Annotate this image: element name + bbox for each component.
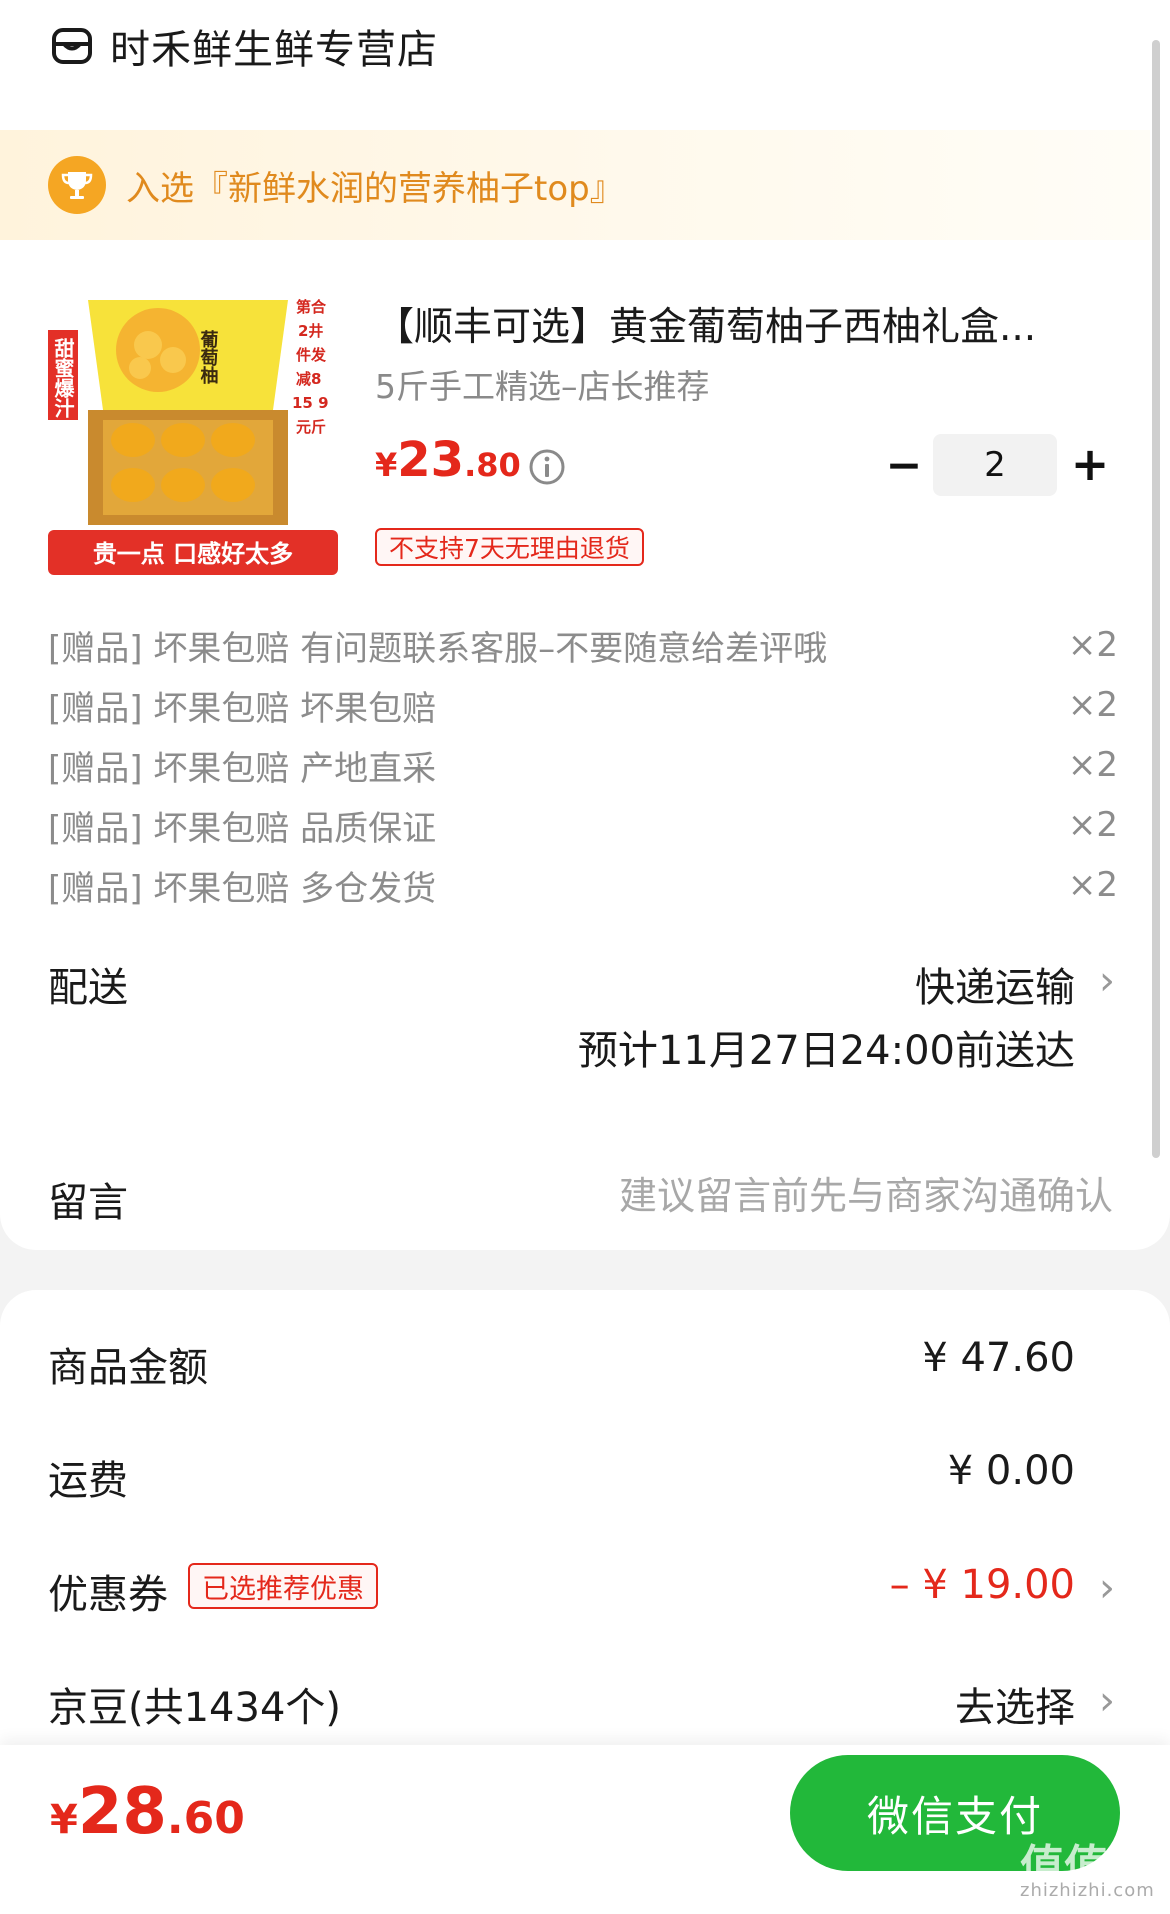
image-promo-line3: 件发 [296,346,327,364]
gift-qty: ×2 [1067,805,1118,845]
gift-item: [赠品] 坏果包赔 坏果包赔 ×2 [48,675,1118,735]
gift-qty: ×2 [1067,625,1118,665]
price-symbol: ¥ [375,446,398,484]
chevron-right-icon[interactable]: › [1099,958,1115,1004]
price-integer: 23 [397,432,465,488]
product-image[interactable]: 葡萄柚 甜蜜爆汁 第合 2井 件发 减8 15 9 元斤 贵一点 口感好太多 [48,290,338,580]
image-banner-text: 贵一点 口感好太多 [93,540,293,568]
award-banner[interactable]: 入选『新鲜水润的营养柚子top』 [0,130,1150,240]
gift-item: [赠品] 坏果包赔 多仓发货 ×2 [48,855,1118,915]
scrollbar[interactable] [1152,40,1160,1158]
coupon-tag: 已选推荐优惠 [188,1563,378,1609]
beans-label: 京豆(共1434个) [48,1685,342,1731]
gift-label: [赠品] 坏果包赔 多仓发货 [48,868,437,909]
gift-label: [赠品] 坏果包赔 品质保证 [48,808,437,849]
quantity-increase-button[interactable]: + [1068,437,1112,491]
quantity-decrease-button[interactable]: − [884,440,924,491]
store-name: 时禾鲜生鲜专营店 [110,27,438,73]
shipping-value: ¥ 0.00 [947,1448,1075,1494]
gift-list: [赠品] 坏果包赔 有问题联系客服–不要随意给差评哦 ×2 [赠品] 坏果包赔 … [48,615,1118,915]
goods-amount-value: ¥ 47.60 [922,1335,1075,1381]
quantity-field[interactable]: 2 [933,434,1057,496]
product-title[interactable]: 【顺丰可选】黄金葡萄柚子西柚礼盒... [375,296,1095,352]
image-brand: 葡萄柚 [198,330,220,385]
watermark-sub: zhizhizhi.com [1020,1880,1155,1901]
delivery-eta: 预计11月27日24:00前送达 [577,1028,1075,1074]
shipping-label: 运费 [48,1458,128,1504]
delivery-label: 配送 [48,965,128,1011]
gift-label: [赠品] 坏果包赔 有问题联系客服–不要随意给差评哦 [48,628,828,669]
delivery-method[interactable]: 快递运输 [915,955,1075,1013]
beans-select-action[interactable]: 去选择 [955,1675,1075,1733]
gift-item: [赠品] 坏果包赔 有问题联系客服–不要随意给差评哦 ×2 [48,615,1118,675]
gift-qty: ×2 [1067,865,1118,905]
gift-item: [赠品] 坏果包赔 品质保证 ×2 [48,795,1118,855]
info-icon[interactable] [528,448,566,486]
chevron-right-icon[interactable]: › [1099,1678,1115,1724]
gift-qty: ×2 [1067,685,1118,725]
award-text: 入选『新鲜水润的营养柚子top』 [126,168,624,209]
image-promo-line2: 2井 [298,322,323,340]
total-symbol: ¥ [50,1797,78,1843]
gift-label: [赠品] 坏果包赔 坏果包赔 [48,688,437,729]
coupon-label: 优惠券 [48,1572,168,1618]
product-spec[interactable]: 5斤手工精选–店长推荐 [375,360,710,408]
image-promo-line6: 元斤 [296,418,326,436]
gift-label: [赠品] 坏果包赔 产地直采 [48,748,437,789]
goods-amount-label: 商品金额 [48,1345,208,1391]
trophy-icon [48,156,106,214]
return-policy-badge: 不支持7天无理由退货 [375,528,644,566]
total-price: ¥28.60 [50,1775,245,1849]
total-decimal: .60 [166,1793,245,1844]
product-price: ¥23.80 [375,432,521,488]
chevron-right-icon[interactable]: › [1099,1565,1115,1611]
image-side-label: 甜蜜爆汁 [51,338,75,419]
note-input[interactable] [491,1165,1115,1227]
store-icon [52,28,92,64]
store-header[interactable]: 时禾鲜生鲜专营店 [48,18,438,74]
image-promo-line5: 15 9 [292,394,329,412]
price-decimal: .80 [464,446,521,484]
coupon-value[interactable]: – ¥ 19.00 [890,1562,1075,1608]
gift-qty: ×2 [1067,745,1118,785]
note-label: 留言 [48,1180,128,1226]
image-promo-line4: 减8 [296,370,321,388]
image-promo-line1: 第合 [296,298,327,316]
gift-item: [赠品] 坏果包赔 产地直采 ×2 [48,735,1118,795]
total-integer: 28 [77,1775,167,1849]
